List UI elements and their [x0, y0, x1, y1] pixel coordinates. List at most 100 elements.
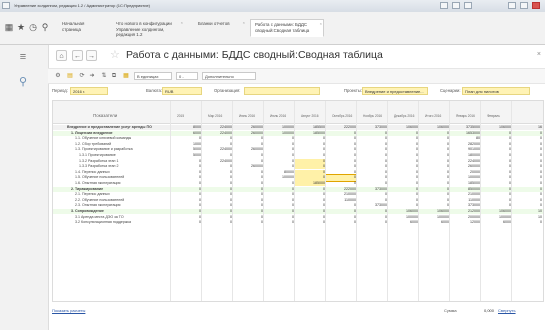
table-cell[interactable]: 110000	[326, 198, 356, 203]
table-cell[interactable]: 100000	[264, 125, 294, 130]
table-cell[interactable]: 0	[388, 192, 418, 197]
settings-icon[interactable]: ⚙	[54, 72, 62, 80]
table-cell[interactable]: 0	[512, 153, 542, 158]
table-cell[interactable]: 0	[419, 170, 449, 175]
table-cell[interactable]: 0	[233, 153, 263, 158]
table-cell[interactable]: 0	[295, 209, 325, 214]
table-cell[interactable]: 0	[264, 215, 294, 220]
table-cell[interactable]: 0	[388, 164, 418, 169]
table-cell[interactable]: 1000	[171, 142, 201, 147]
table-cell[interactable]: 260000	[233, 125, 263, 130]
table-row[interactable]: 1. Лицензии внедрение 6000 224000 260000 100…	[53, 130, 543, 136]
minimize-icon[interactable]	[508, 2, 516, 9]
table-cell[interactable]: 0	[171, 220, 201, 225]
table-cell[interactable]: 106000	[388, 209, 418, 214]
table-cell[interactable]: 0	[512, 181, 542, 186]
table-cell[interactable]: 0	[326, 164, 356, 169]
table-cell[interactable]: 0	[388, 153, 418, 158]
table-cell[interactable]: 0	[357, 159, 387, 164]
table-cell[interactable]: 0	[357, 153, 387, 158]
organization-field[interactable]	[244, 87, 320, 95]
table-cell[interactable]: 1653000	[450, 131, 480, 136]
table-cell[interactable]: 0	[171, 170, 201, 175]
table-row[interactable]: 3.2 Консультационная поддержка 0 0 0 0 0 0 0 600…	[53, 220, 543, 225]
table-cell[interactable]: 80000	[264, 170, 294, 175]
table-cell[interactable]: 100000	[264, 175, 294, 180]
period-field[interactable]: 2016 г.	[70, 87, 108, 95]
table-cell[interactable]: 0	[264, 198, 294, 203]
more-button[interactable]: Дополнительно	[202, 72, 256, 80]
table-cell[interactable]: 106000	[388, 125, 418, 130]
table-cell[interactable]: 0	[171, 198, 201, 203]
table-cell[interactable]: 0	[419, 147, 449, 152]
table-cell[interactable]: 850000	[450, 187, 480, 192]
table-cell[interactable]: 0	[326, 131, 356, 136]
table-cell[interactable]: 0	[512, 192, 542, 197]
table-cell[interactable]: 0	[481, 159, 511, 164]
table-cell[interactable]: 0	[326, 209, 356, 214]
maximize-icon[interactable]	[520, 2, 528, 9]
table-row[interactable]: 1.4. Перенос данных 0 0 0 80000 0 0 0 0 0 20000 0 0	[53, 169, 543, 176]
table-cell[interactable]: 0	[202, 215, 232, 220]
table-cell[interactable]: 0	[264, 147, 294, 152]
table-cell[interactable]: 0	[357, 215, 387, 220]
table-cell[interactable]: 100000	[388, 215, 418, 220]
table-cell[interactable]: 0	[481, 181, 511, 186]
table-cell[interactable]: 0	[202, 192, 232, 197]
table-cell[interactable]: 0	[171, 181, 201, 186]
table-cell[interactable]: 5000	[171, 153, 201, 158]
table-cell[interactable]: 0	[419, 175, 449, 180]
table-cell[interactable]: 0	[295, 136, 325, 141]
table-cell[interactable]: 0	[233, 192, 263, 197]
table-cell[interactable]: 0	[512, 198, 542, 203]
grid-menu-icon[interactable]: ▦	[4, 22, 14, 32]
table-cell[interactable]: 0	[233, 187, 263, 192]
table-cell[interactable]: 224000	[202, 147, 232, 152]
table-cell[interactable]: 106000	[481, 209, 511, 214]
tab-home[interactable]: Начальная страница	[58, 19, 108, 37]
table-row[interactable]: 2. Тиражирование 0 0 0 0 0 222000 373000 0 0 85000…	[53, 186, 543, 192]
table-cell[interactable]: 0	[388, 198, 418, 203]
table-cell[interactable]: 0	[326, 159, 356, 164]
forward-button[interactable]: →	[86, 50, 97, 61]
table-cell[interactable]: 0	[264, 159, 294, 164]
table-cell[interactable]: 0	[233, 220, 263, 225]
table-cell[interactable]: 224000	[202, 159, 232, 164]
currency-field[interactable]: RUB	[162, 87, 202, 95]
table-cell[interactable]: 0	[171, 215, 201, 220]
table-cell[interactable]: 0	[171, 192, 201, 197]
table-cell[interactable]: 3735000	[450, 125, 480, 130]
table-cell[interactable]: 373000	[357, 125, 387, 130]
table-cell[interactable]: 0	[171, 136, 201, 141]
copy-icon[interactable]: ⧉	[110, 72, 118, 80]
table-cell[interactable]: 0	[233, 209, 263, 214]
table-cell[interactable]: 0	[481, 131, 511, 136]
table-cell[interactable]: 0	[419, 164, 449, 169]
table-cell[interactable]: 0	[295, 198, 325, 203]
table-cell[interactable]: 0	[202, 164, 232, 169]
table-cell[interactable]: 6000	[481, 220, 511, 225]
calendar-icon[interactable]: ▦	[122, 72, 130, 80]
search-icon[interactable]: ⚲	[40, 22, 50, 32]
table-cell[interactable]: 212000	[450, 209, 480, 214]
table-row[interactable]: 3. Сопровождение 0 0 0 0 0 0 0 106000 106000 21200…	[53, 209, 543, 215]
favorite-star-icon[interactable]: ☆	[110, 48, 120, 61]
table-cell[interactable]: 901000	[450, 147, 480, 152]
table-cell[interactable]: 20000	[450, 170, 480, 175]
table-cell[interactable]: 0	[295, 187, 325, 192]
table-cell[interactable]: 0	[202, 175, 232, 180]
table-cell[interactable]: 0	[295, 203, 325, 208]
table-cell[interactable]: 0	[388, 131, 418, 136]
table-cell[interactable]: 0	[233, 198, 263, 203]
table-cell[interactable]: 0	[419, 187, 449, 192]
table-cell[interactable]: 0	[512, 170, 542, 175]
table-cell[interactable]: 0	[326, 136, 356, 141]
table-cell[interactable]: 0	[512, 147, 542, 152]
table-cell[interactable]: 0	[326, 215, 356, 220]
table-cell[interactable]: 185500	[295, 125, 325, 130]
table-cell[interactable]: 0	[388, 203, 418, 208]
table-cell[interactable]: 0	[233, 181, 263, 186]
table-cell[interactable]: 222000	[326, 125, 356, 130]
table-cell[interactable]: 0	[326, 181, 356, 186]
table-cell[interactable]: 0	[233, 175, 263, 180]
